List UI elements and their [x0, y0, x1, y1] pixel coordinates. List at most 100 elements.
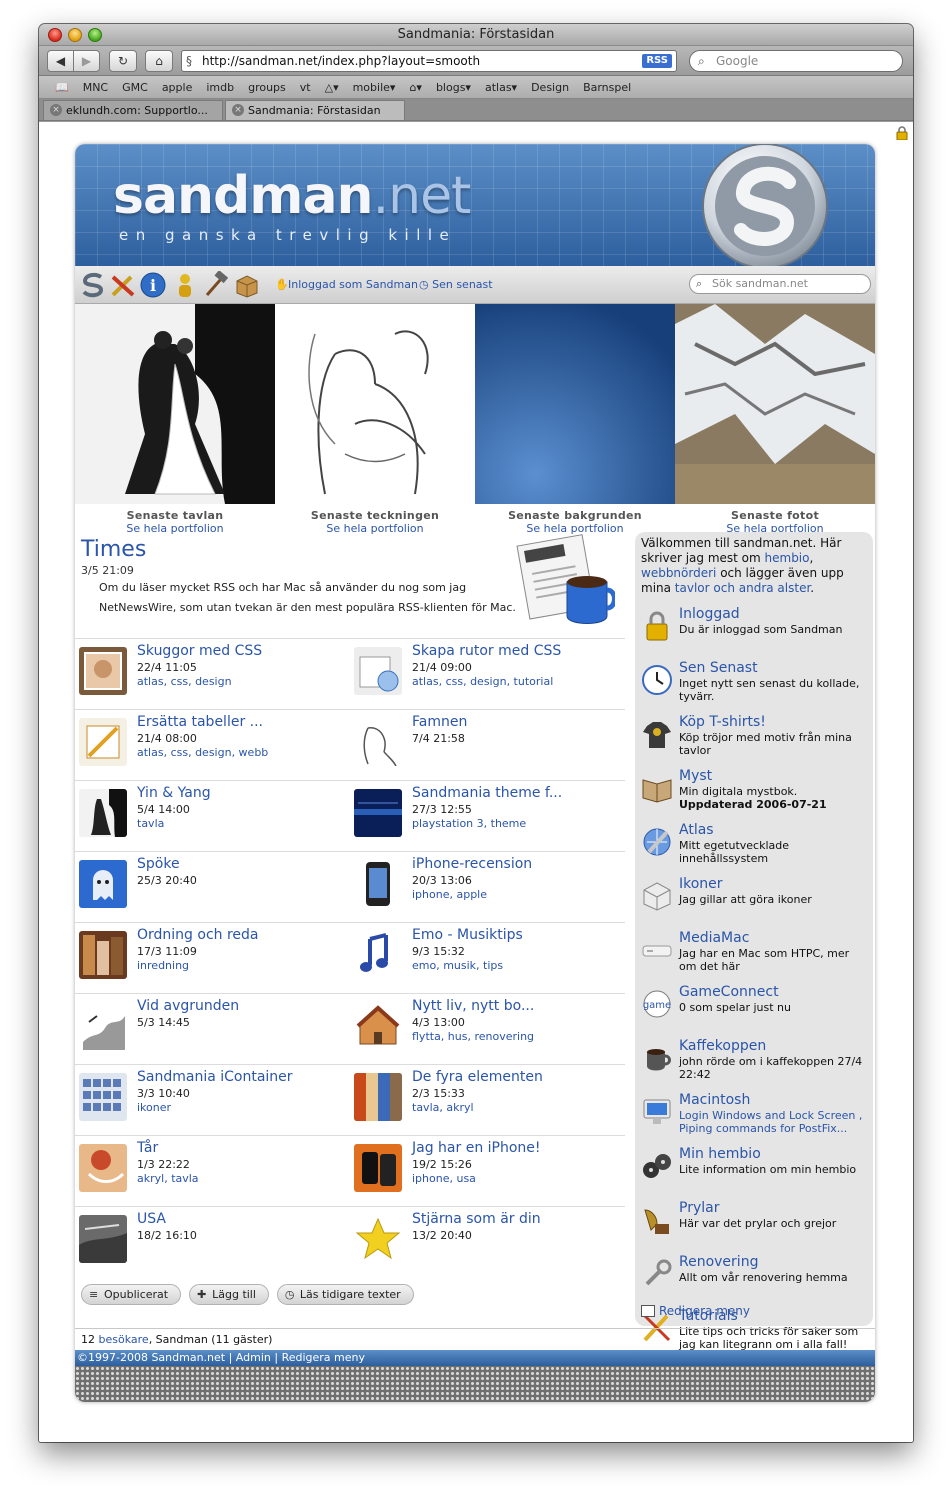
- back-button[interactable]: ◀: [47, 50, 74, 72]
- package-icon[interactable]: [233, 271, 261, 299]
- sidebar-item-coffee[interactable]: Kaffekoppen john rörde om i kaffekoppen 2…: [641, 1038, 867, 1092]
- cliff-drawing-thumb[interactable]: [79, 1002, 127, 1050]
- entry-item[interactable]: Emo - Musiktips 9/3 15:32 emo, musik, tips: [350, 923, 622, 993]
- entry-item[interactable]: Yin & Yang 5/4 14:00 tavla: [75, 781, 347, 851]
- forward-button[interactable]: ▶: [73, 50, 100, 72]
- bookmark-item[interactable]: vt: [300, 81, 311, 94]
- entry-item[interactable]: Ordning och reda 17/3 11:09 inredning: [75, 923, 347, 993]
- shelves-thumb[interactable]: [79, 931, 127, 979]
- entry-tags[interactable]: inredning: [137, 959, 189, 972]
- site-logo[interactable]: sandman.net: [113, 166, 471, 226]
- sidebar-item-title[interactable]: Inloggad: [679, 606, 740, 622]
- sidebar-item-cube[interactable]: Ikoner Jag gillar att göra ikoner: [641, 876, 867, 930]
- rss-badge[interactable]: RSS: [642, 54, 672, 68]
- yin-yang-painting-thumb[interactable]: [79, 789, 127, 837]
- browser-tab-active[interactable]: × Sandmania: Förstasidan: [225, 100, 405, 120]
- photo-frame-icon[interactable]: [79, 647, 127, 695]
- welcome-link-hembio[interactable]: hembio: [765, 551, 810, 565]
- sidebar-item-monitor[interactable]: Macintosh Login Windows and Lock Screen ,…: [641, 1092, 867, 1146]
- add-entry-button[interactable]: ✚ Lägg till: [189, 1284, 269, 1305]
- bookmark-item[interactable]: apple: [162, 81, 193, 94]
- sidebar-item-title[interactable]: MediaMac: [679, 930, 749, 946]
- sidebar-item-title[interactable]: Ikoner: [679, 876, 723, 892]
- entry-item[interactable]: Stjärna som är din 13/2 20:40: [350, 1207, 622, 1277]
- entry-tags[interactable]: tavla, akryl: [412, 1101, 474, 1114]
- latest-painting-image[interactable]: [75, 304, 275, 504]
- entry-title[interactable]: Yin & Yang: [137, 785, 211, 801]
- sidebar-item-macmini[interactable]: MediaMac Jag har en Mac som HTPC, mer om …: [641, 930, 867, 984]
- sidebar-item-game[interactable]: game GameConnect 0 som spelar just nu: [641, 984, 867, 1038]
- site-search-input[interactable]: ⌕ Sök sandman.net: [689, 274, 871, 294]
- bookmark-item[interactable]: ⌂▾: [409, 81, 422, 94]
- entry-title[interactable]: Jag har en iPhone!: [412, 1140, 541, 1156]
- entry-title[interactable]: Emo - Musiktips: [412, 927, 523, 943]
- entry-item[interactable]: USA 18/2 16:10: [75, 1207, 347, 1277]
- minimize-window-button[interactable]: [68, 28, 82, 42]
- bookmark-item[interactable]: blogs▾: [436, 81, 471, 94]
- close-window-button[interactable]: [48, 28, 62, 42]
- embrace-drawing-thumb[interactable]: [354, 718, 402, 766]
- usa-photo-thumb[interactable]: [79, 1215, 127, 1263]
- music-notes-icon[interactable]: [354, 931, 402, 979]
- sidebar-item-title[interactable]: Myst: [679, 768, 712, 784]
- logged-in-link[interactable]: ✋Inloggad som Sandman: [275, 278, 418, 292]
- bookmark-item[interactable]: MNC: [83, 81, 108, 94]
- welcome-link-webbnorderi[interactable]: webbnörderi: [641, 566, 716, 580]
- sidebar-item-atlas[interactable]: Atlas Mitt egetutvecklade innehållssystem: [641, 822, 867, 876]
- latest-photo-image[interactable]: [675, 304, 875, 504]
- entry-title[interactable]: Nytt liv, nytt bo...: [412, 998, 534, 1014]
- tools-icon[interactable]: [109, 271, 137, 299]
- entry-item[interactable]: Tår 1/3 22:22 akryl, tavla: [75, 1136, 347, 1206]
- bookmark-item[interactable]: Design: [531, 81, 569, 94]
- sidebar-item-title[interactable]: Kaffekoppen: [679, 1038, 766, 1054]
- entry-title[interactable]: iPhone-recension: [412, 856, 532, 872]
- entry-tags[interactable]: playstation 3, theme: [412, 817, 526, 830]
- reload-button[interactable]: ↻: [109, 50, 137, 72]
- entry-item[interactable]: Nytt liv, nytt bo... 4/3 13:00 flytta, hus…: [350, 994, 622, 1064]
- entry-tags[interactable]: akryl, tavla: [137, 1172, 199, 1185]
- address-bar[interactable]: § http://sandman.net/index.php?layout=sm…: [181, 50, 677, 72]
- sidebar-item-title[interactable]: Sen Senast: [679, 660, 758, 676]
- sidebar-item-title[interactable]: Min hembio: [679, 1146, 761, 1162]
- entry-item[interactable]: Vid avgrunden 5/3 14:45: [75, 994, 347, 1064]
- sidebar-item-tshirt[interactable]: Köp T-shirts! Köp tröjor med motiv från m…: [641, 714, 867, 768]
- info-icon[interactable]: i: [139, 271, 167, 299]
- sidebar-item-gramophone[interactable]: Prylar Här var det prylar och grejor: [641, 1200, 867, 1254]
- entry-title[interactable]: De fyra elementen: [412, 1069, 543, 1085]
- entry-title[interactable]: Ordning och reda: [137, 927, 259, 943]
- four-elements-thumb[interactable]: [354, 1073, 402, 1121]
- entry-title[interactable]: USA: [137, 1211, 166, 1227]
- browser-tab[interactable]: × eklundh.com: Supportlo...: [43, 100, 223, 120]
- entry-item[interactable]: Ersätta tabeller ... 21/4 08:00 atlas, css…: [75, 710, 347, 780]
- entry-item[interactable]: Spöke 25/3 20:40: [75, 852, 347, 922]
- since-last-link[interactable]: ◷ Sen senast: [419, 278, 493, 291]
- hammer-icon[interactable]: [201, 271, 229, 299]
- entry-item[interactable]: Skapa rutor med CSS 21/4 09:00 atlas, css,…: [350, 639, 622, 709]
- entry-title[interactable]: Sandmania theme f...: [412, 785, 562, 801]
- entry-tags[interactable]: emo, musik, tips: [412, 959, 503, 972]
- zoom-window-button[interactable]: [88, 28, 102, 42]
- unpublished-button[interactable]: ≡ Opublicerat: [81, 1284, 182, 1305]
- entry-title[interactable]: Skapa rutor med CSS: [412, 643, 561, 659]
- entry-title[interactable]: Famnen: [412, 714, 467, 730]
- entry-title[interactable]: Spöke: [137, 856, 180, 872]
- iphones-thumb[interactable]: [354, 1144, 402, 1192]
- house-icon[interactable]: [354, 1002, 402, 1050]
- entry-tags[interactable]: iphone, apple: [412, 888, 487, 901]
- entry-item[interactable]: Skuggor med CSS 22/4 11:05 atlas, css, des…: [75, 639, 347, 709]
- tab-close-icon[interactable]: ×: [50, 104, 62, 116]
- latest-drawing-image[interactable]: [275, 304, 475, 504]
- tab-close-icon[interactable]: ×: [232, 104, 244, 116]
- bookmark-item[interactable]: Barnspel: [583, 81, 631, 94]
- bookmark-item[interactable]: △▾: [325, 81, 339, 94]
- bookmark-item[interactable]: GMC: [122, 81, 148, 94]
- welcome-link-tavlor[interactable]: tavlor och andra alster: [675, 581, 810, 595]
- entry-title[interactable]: Stjärna som är din: [412, 1211, 541, 1227]
- sidebar-item-book[interactable]: Myst Min digitala mystbok. Uppdaterad 200…: [641, 768, 867, 822]
- ps3-theme-thumb[interactable]: [354, 789, 402, 837]
- user-icon[interactable]: [171, 271, 199, 299]
- entry-item[interactable]: Jag har en iPhone! 19/2 15:26 iphone, usa: [350, 1136, 622, 1206]
- css-boxes-icon[interactable]: [354, 647, 402, 695]
- table-pencil-icon[interactable]: [79, 718, 127, 766]
- sidebar-item-title[interactable]: Prylar: [679, 1200, 719, 1216]
